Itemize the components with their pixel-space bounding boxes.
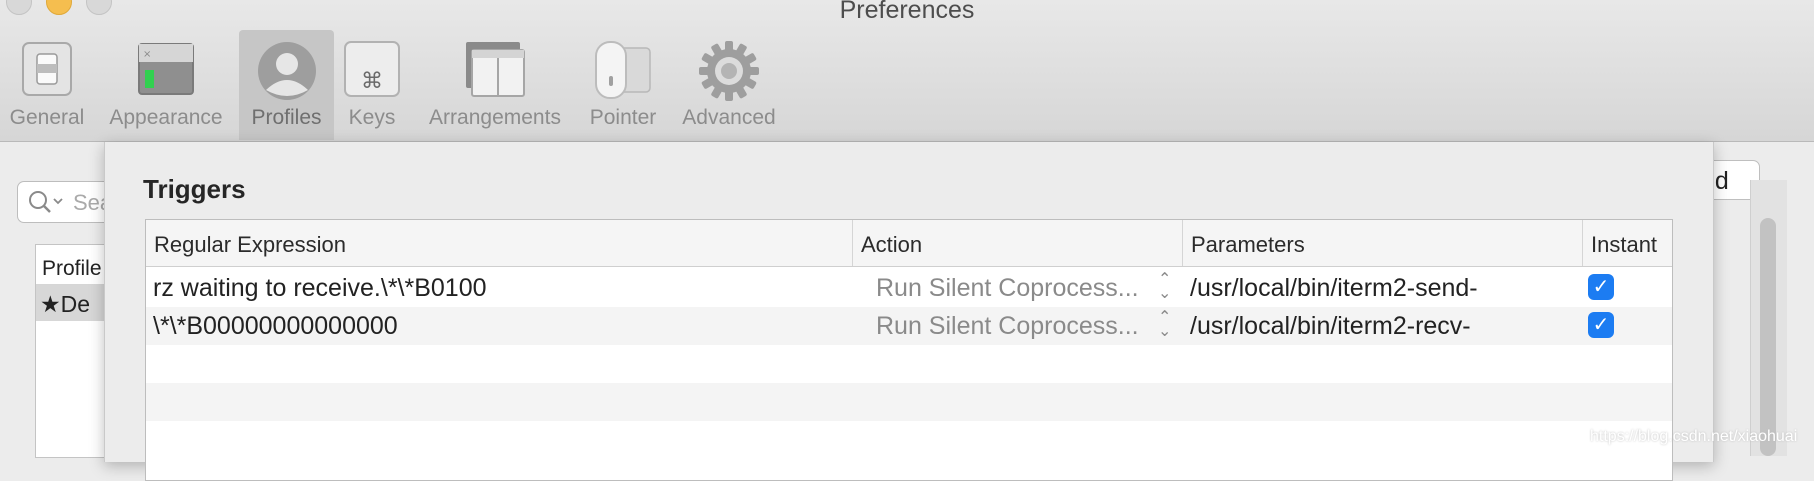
svg-text:×: × [143,49,151,60]
tab-arrangements[interactable]: Arrangements [420,30,570,140]
sheet-title: Triggers [143,174,246,204]
gear-icon [699,41,759,101]
person-icon [257,42,316,100]
table-row[interactable]: rz waiting to receive.\*\*B0100 Run Sile… [146,269,1672,307]
tab-pointer[interactable]: Pointer [582,30,664,140]
tab-appearance[interactable]: × Appearance [100,30,232,140]
tab-pointer-label: Pointer [589,106,657,129]
regex-cell[interactable]: \*\*B00000000000000 [153,307,843,345]
tab-profiles[interactable]: Profiles [239,30,334,140]
updown-chevron-icon: ⌃ ⌄ [1158,271,1172,302]
tab-profiles-label: Profiles [251,106,322,129]
watermark: https://blog.csdn.net/xiaohuai [1590,428,1798,445]
tab-appearance-label: Appearance [109,106,223,129]
windows-stack-icon [466,42,525,97]
tab-advanced-label: Advanced [682,106,776,129]
preferences-toolbar: Preferences General × Appearance Profile… [0,0,1814,142]
parameters-cell[interactable]: /usr/local/bin/iterm2-send- [1190,269,1580,307]
empty-row [146,383,1672,421]
action-popup[interactable]: Run Silent Coprocess... [876,307,1156,345]
instant-checkbox[interactable]: ✓ [1588,312,1614,338]
table-row[interactable]: \*\*B00000000000000 Run Silent Coprocess… [146,307,1672,345]
search-icon [29,191,63,213]
column-header-regex[interactable]: Regular Expression [146,220,852,266]
updown-chevron-icon: ⌃ ⌄ [1158,309,1172,340]
empty-row [146,345,1672,383]
star-icon: ★ [40,291,61,317]
column-header-parameters[interactable]: Parameters [1182,220,1582,266]
switch-icon [22,42,72,96]
regex-cell[interactable]: rz waiting to receive.\*\*B0100 [153,269,843,307]
tab-arrangements-label: Arrangements [429,106,561,129]
instant-checkbox[interactable]: ✓ [1588,274,1614,300]
triggers-sheet: Triggers Regular Expression Action Param… [104,142,1714,481]
tab-general-label: General [9,106,85,129]
action-popup[interactable]: Run Silent Coprocess... [876,269,1156,307]
parameters-cell[interactable]: /usr/local/bin/iterm2-recv- [1190,307,1580,345]
command-key-icon: ⌘ [344,41,400,97]
table-header: Regular Expression Action Parameters Ins… [146,220,1672,267]
window-icon: × [138,43,194,95]
mouse-icon [595,41,651,99]
background-scrollbar[interactable] [1760,218,1776,456]
triggers-table: Regular Expression Action Parameters Ins… [145,219,1673,481]
column-header-instant[interactable]: Instant [1582,220,1672,266]
tab-keys-label: Keys [348,106,396,129]
svg-text:⌘: ⌘ [361,69,383,94]
empty-row [146,421,1672,459]
tab-advanced[interactable]: Advanced [674,30,784,140]
tab-keys[interactable]: ⌘ Keys [340,30,404,140]
tab-general[interactable]: General [2,30,92,140]
window-title: Preferences [839,0,975,24]
column-header-action[interactable]: Action [852,220,1182,266]
profile-row-name: De [60,291,91,317]
